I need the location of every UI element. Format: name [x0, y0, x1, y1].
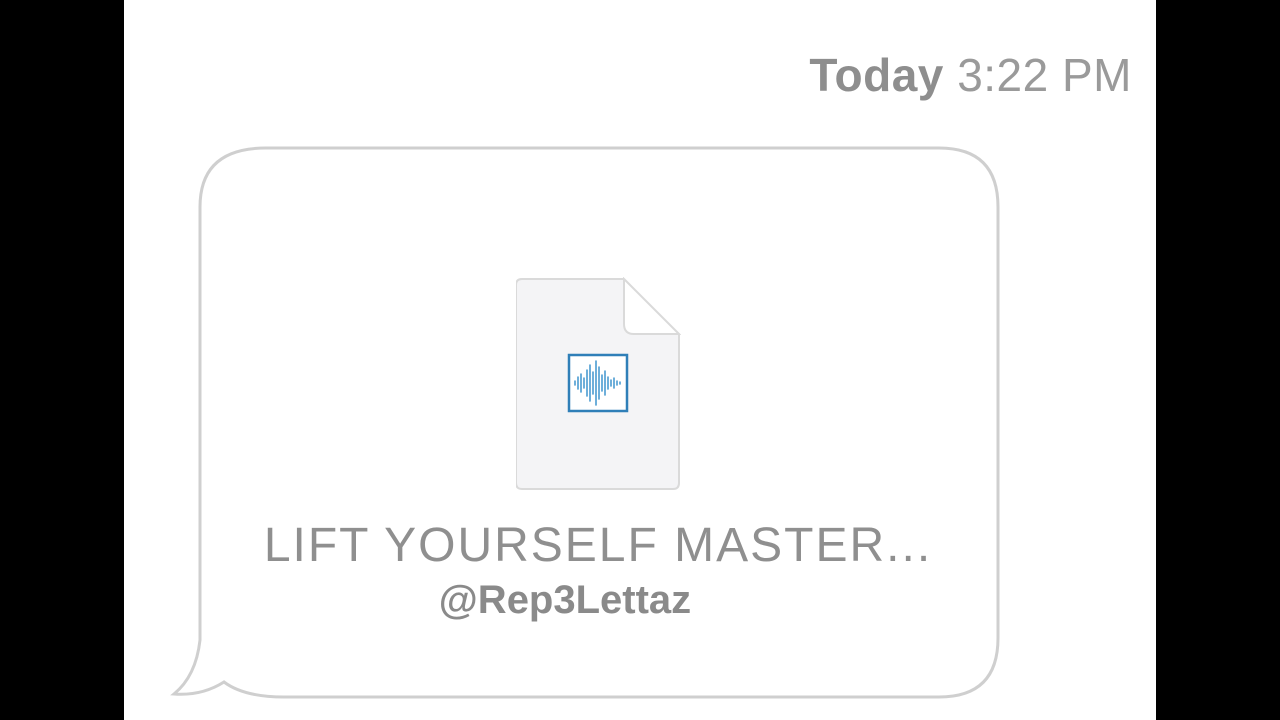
audio-file-icon[interactable]: [515, 276, 682, 492]
letterbox-left: [0, 0, 124, 720]
letterbox-right: [1156, 0, 1280, 720]
message-screen: Today 3:22 PM LIFT YOURSELF MASTER... @R…: [124, 0, 1156, 720]
attachment-filename[interactable]: LIFT YOURSELF MASTER...: [198, 518, 998, 573]
watermark-handle: @Rep3Lettaz: [438, 578, 692, 622]
